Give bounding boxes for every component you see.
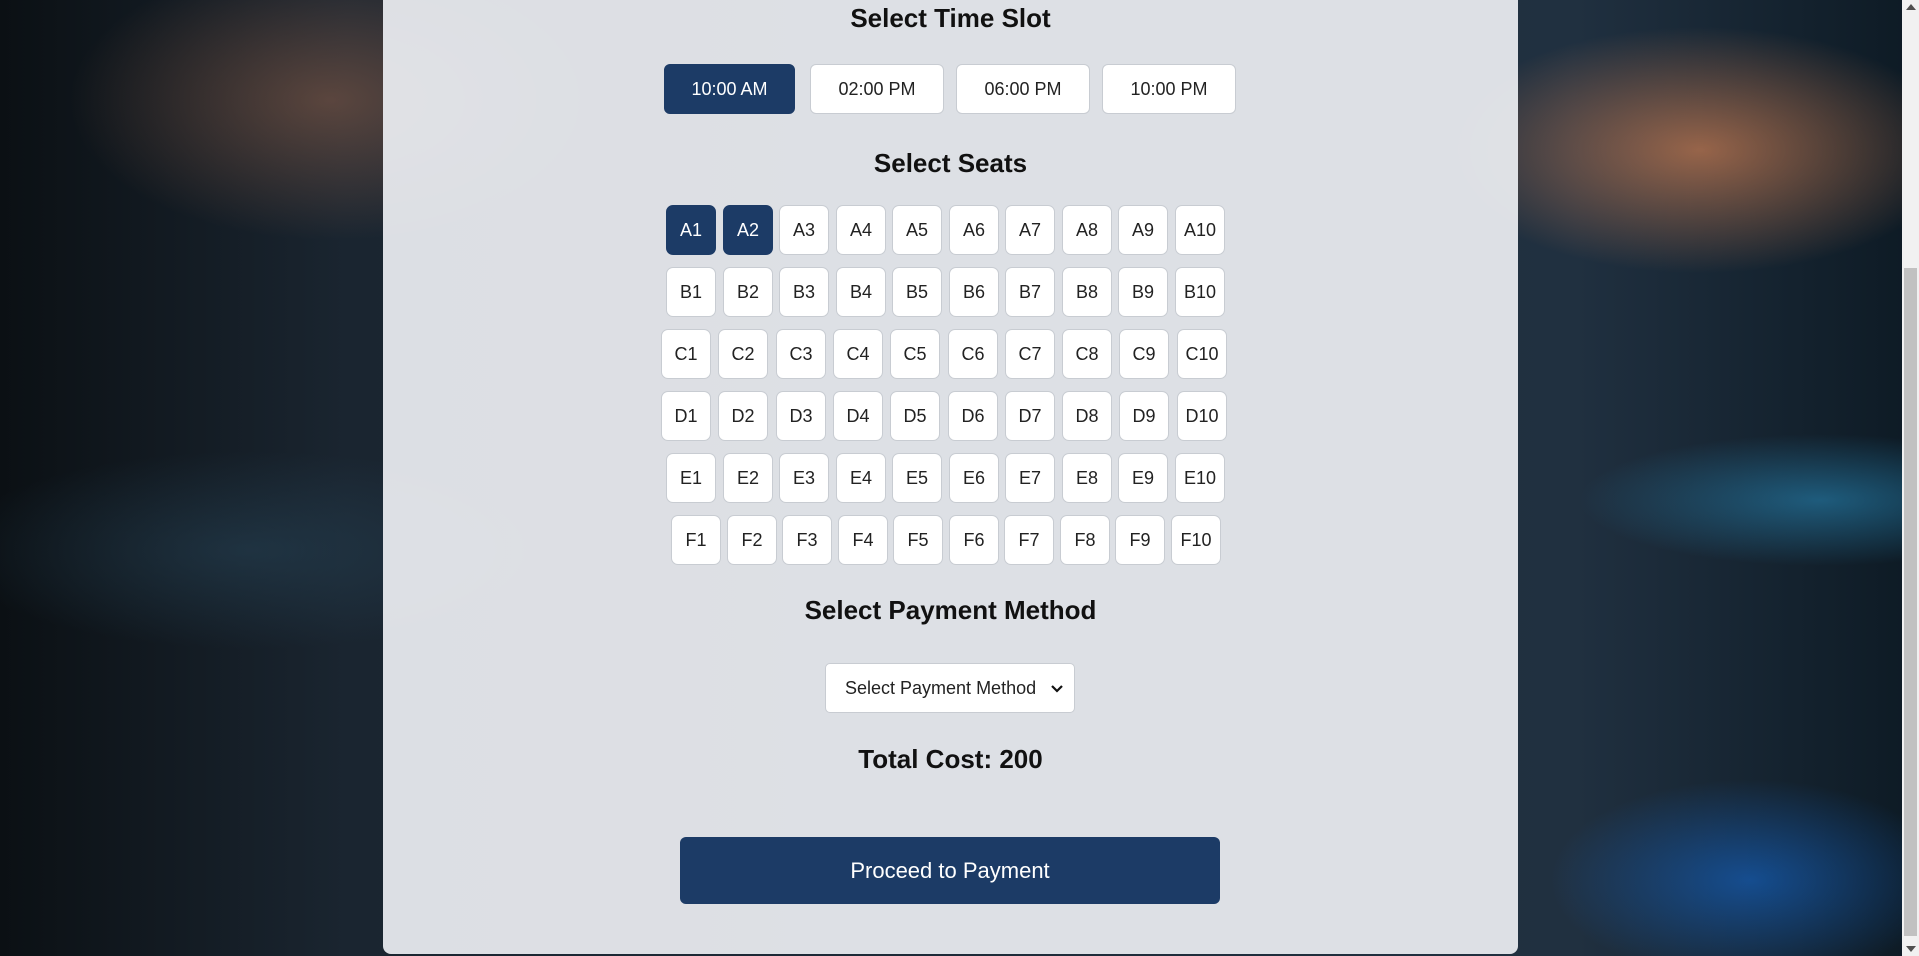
scroll-down-arrow-icon[interactable] <box>1906 946 1916 952</box>
page-scrollbar[interactable] <box>1902 0 1919 956</box>
seat-button[interactable]: B9 <box>1118 267 1168 317</box>
seat-button[interactable]: A2 <box>723 205 773 255</box>
seat-button[interactable]: E5 <box>892 453 942 503</box>
seat-button[interactable]: E7 <box>1005 453 1055 503</box>
time-slot-button[interactable]: 10:00 PM <box>1102 64 1236 114</box>
seat-button[interactable]: C3 <box>776 329 826 379</box>
seat-button[interactable]: F8 <box>1060 515 1110 565</box>
seat-button[interactable]: F6 <box>949 515 999 565</box>
seat-button[interactable]: A4 <box>836 205 886 255</box>
seat-button[interactable]: F1 <box>671 515 721 565</box>
seat-button[interactable]: A1 <box>666 205 716 255</box>
chevron-down-icon <box>1051 685 1063 693</box>
seat-button[interactable]: E8 <box>1062 453 1112 503</box>
seats-heading: Select Seats <box>873 148 1028 178</box>
seat-button[interactable]: A9 <box>1118 205 1168 255</box>
seat-button[interactable]: E4 <box>836 453 886 503</box>
scroll-thumb[interactable] <box>1904 268 1917 936</box>
seat-button[interactable]: E6 <box>949 453 999 503</box>
seat-button[interactable]: F4 <box>838 515 888 565</box>
proceed-to-payment-button[interactable]: Proceed to Payment <box>680 837 1220 904</box>
seat-button[interactable]: D7 <box>1005 391 1055 441</box>
time-slot-heading: Select Time Slot <box>850 3 1051 33</box>
total-cost: Total Cost: 200 <box>858 744 1043 774</box>
seat-button[interactable]: F2 <box>727 515 777 565</box>
seat-button[interactable]: C8 <box>1062 329 1112 379</box>
seat-button[interactable]: D2 <box>718 391 768 441</box>
seat-button[interactable]: A5 <box>892 205 942 255</box>
seat-button[interactable]: D10 <box>1177 391 1227 441</box>
time-slot-button[interactable]: 10:00 AM <box>664 64 795 114</box>
seat-button[interactable]: F9 <box>1115 515 1165 565</box>
seat-button[interactable]: C10 <box>1177 329 1227 379</box>
seat-button[interactable]: D9 <box>1119 391 1169 441</box>
booking-panel: Select Time Slot 10:00 AM 02:00 PM 06:00 P… <box>383 0 1518 954</box>
seat-button[interactable]: B4 <box>836 267 886 317</box>
seat-button[interactable]: A8 <box>1062 205 1112 255</box>
seat-button[interactable]: D5 <box>890 391 940 441</box>
seat-button[interactable]: A7 <box>1005 205 1055 255</box>
payment-method-select[interactable]: Select Payment Method <box>825 663 1075 713</box>
seat-button[interactable]: B10 <box>1175 267 1225 317</box>
seat-button[interactable]: B3 <box>779 267 829 317</box>
seat-button[interactable]: B8 <box>1062 267 1112 317</box>
seat-button[interactable]: C6 <box>948 329 998 379</box>
seat-button[interactable]: E1 <box>666 453 716 503</box>
time-slot-button[interactable]: 06:00 PM <box>956 64 1090 114</box>
seat-button[interactable]: D3 <box>776 391 826 441</box>
seat-button[interactable]: D4 <box>833 391 883 441</box>
seat-button[interactable]: F5 <box>893 515 943 565</box>
scroll-up-arrow-icon[interactable] <box>1906 4 1916 10</box>
seat-button[interactable]: C1 <box>661 329 711 379</box>
seat-button[interactable]: E10 <box>1175 453 1225 503</box>
seat-button[interactable]: C4 <box>833 329 883 379</box>
seat-button[interactable]: D1 <box>661 391 711 441</box>
time-slot-button[interactable]: 02:00 PM <box>810 64 944 114</box>
seat-button[interactable]: C9 <box>1119 329 1169 379</box>
seat-button[interactable]: C2 <box>718 329 768 379</box>
seat-button[interactable]: B7 <box>1005 267 1055 317</box>
seat-button[interactable]: E3 <box>779 453 829 503</box>
seat-button[interactable]: B2 <box>723 267 773 317</box>
seat-button[interactable]: A10 <box>1175 205 1225 255</box>
seat-button[interactable]: F7 <box>1004 515 1054 565</box>
seat-button[interactable]: B5 <box>892 267 942 317</box>
seat-button[interactable]: D8 <box>1062 391 1112 441</box>
seat-button[interactable]: E9 <box>1118 453 1168 503</box>
payment-heading: Select Payment Method <box>804 595 1097 625</box>
seat-button[interactable]: B6 <box>949 267 999 317</box>
payment-method-value: Select Payment Method <box>845 678 1037 698</box>
seat-button[interactable]: A3 <box>779 205 829 255</box>
seat-button[interactable]: F10 <box>1171 515 1221 565</box>
seat-button[interactable]: D6 <box>948 391 998 441</box>
seat-button[interactable]: F3 <box>782 515 832 565</box>
seat-button[interactable]: C5 <box>890 329 940 379</box>
seat-button[interactable]: E2 <box>723 453 773 503</box>
seat-button[interactable]: B1 <box>666 267 716 317</box>
seat-button[interactable]: A6 <box>949 205 999 255</box>
seat-button[interactable]: C7 <box>1005 329 1055 379</box>
